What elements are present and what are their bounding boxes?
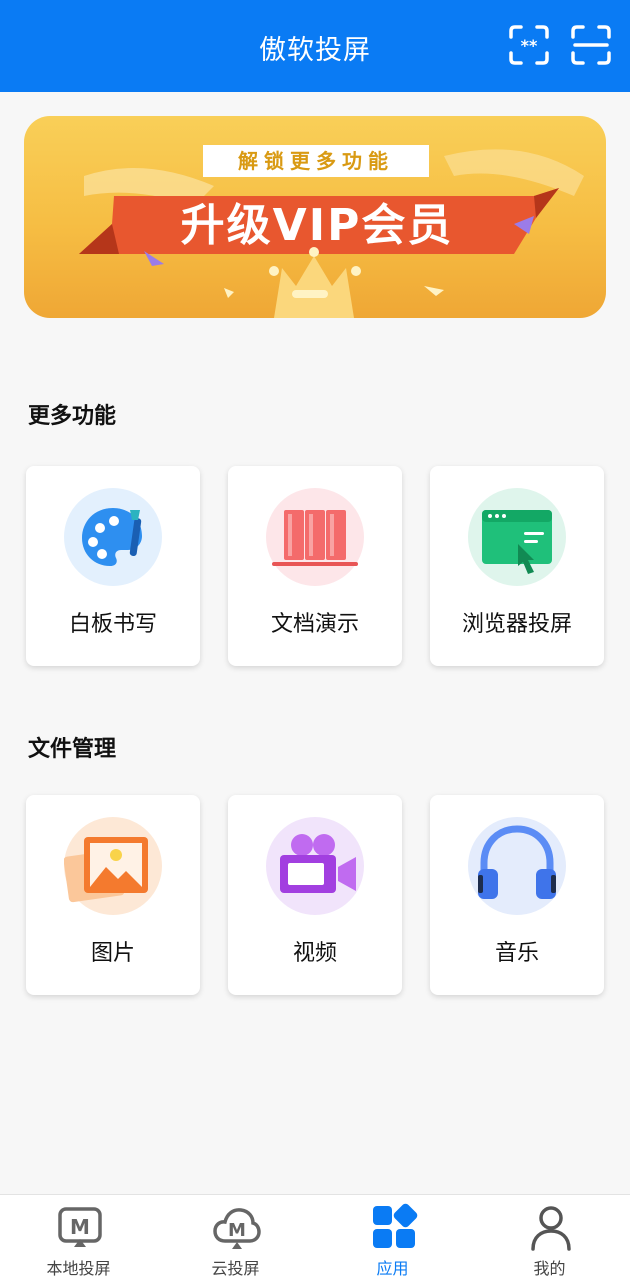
banner-subtitle: 解锁更多功能 xyxy=(203,145,429,177)
svg-text:**: ** xyxy=(521,36,538,55)
pin-code-scan-icon[interactable]: ** xyxy=(508,24,550,66)
banner-headline: 升级VIP会员 xyxy=(180,200,454,251)
apps-grid-icon xyxy=(370,1203,418,1251)
music-card[interactable]: 音乐 xyxy=(430,795,604,995)
svg-text:M: M xyxy=(228,1220,246,1241)
nav-profile[interactable]: 我的 xyxy=(471,1195,628,1280)
headphones-icon xyxy=(468,817,566,915)
cloud-cast-icon: M xyxy=(213,1203,261,1251)
images-card[interactable]: 图片 xyxy=(26,795,200,995)
nav-apps[interactable]: 应用 xyxy=(314,1195,471,1280)
palette-icon xyxy=(64,488,162,586)
nav-local-cast[interactable]: M 本地投屏 xyxy=(0,1195,157,1280)
profile-icon xyxy=(527,1203,575,1251)
videos-card[interactable]: 视频 xyxy=(228,795,402,995)
nav-cloud-cast-label: 云投屏 xyxy=(211,1259,260,1278)
document-presentation-label: 文档演示 xyxy=(270,612,359,637)
browser-cast-card[interactable]: 浏览器投屏 xyxy=(430,466,604,666)
vip-banner[interactable]: 解锁更多功能 升级VIP会员 xyxy=(24,116,606,318)
nav-apps-label: 应用 xyxy=(376,1259,409,1278)
browser-cast-label: 浏览器投屏 xyxy=(461,612,572,637)
image-icon xyxy=(64,817,162,915)
local-cast-icon: M xyxy=(56,1203,104,1251)
document-presentation-card[interactable]: 文档演示 xyxy=(228,466,402,666)
documents-icon xyxy=(266,488,364,586)
bottom-navigation: M 本地投屏 M 云投屏 应用 我的 xyxy=(0,1194,630,1280)
svg-text:M: M xyxy=(70,1215,90,1239)
qr-scan-icon[interactable] xyxy=(570,24,612,66)
video-camera-icon xyxy=(266,817,364,915)
nav-profile-label: 我的 xyxy=(533,1259,566,1278)
section-title-more-features: 更多功能 xyxy=(28,404,117,429)
section-title-file-management: 文件管理 xyxy=(28,737,117,762)
whiteboard-label: 白板书写 xyxy=(68,612,157,637)
videos-label: 视频 xyxy=(292,941,337,966)
nav-local-cast-label: 本地投屏 xyxy=(46,1259,111,1278)
images-label: 图片 xyxy=(90,941,135,966)
top-bar: 傲软投屏 ** xyxy=(0,0,630,92)
browser-cursor-icon xyxy=(468,488,566,586)
music-label: 音乐 xyxy=(494,941,539,966)
whiteboard-card[interactable]: 白板书写 xyxy=(26,466,200,666)
nav-cloud-cast[interactable]: M 云投屏 xyxy=(157,1195,314,1280)
